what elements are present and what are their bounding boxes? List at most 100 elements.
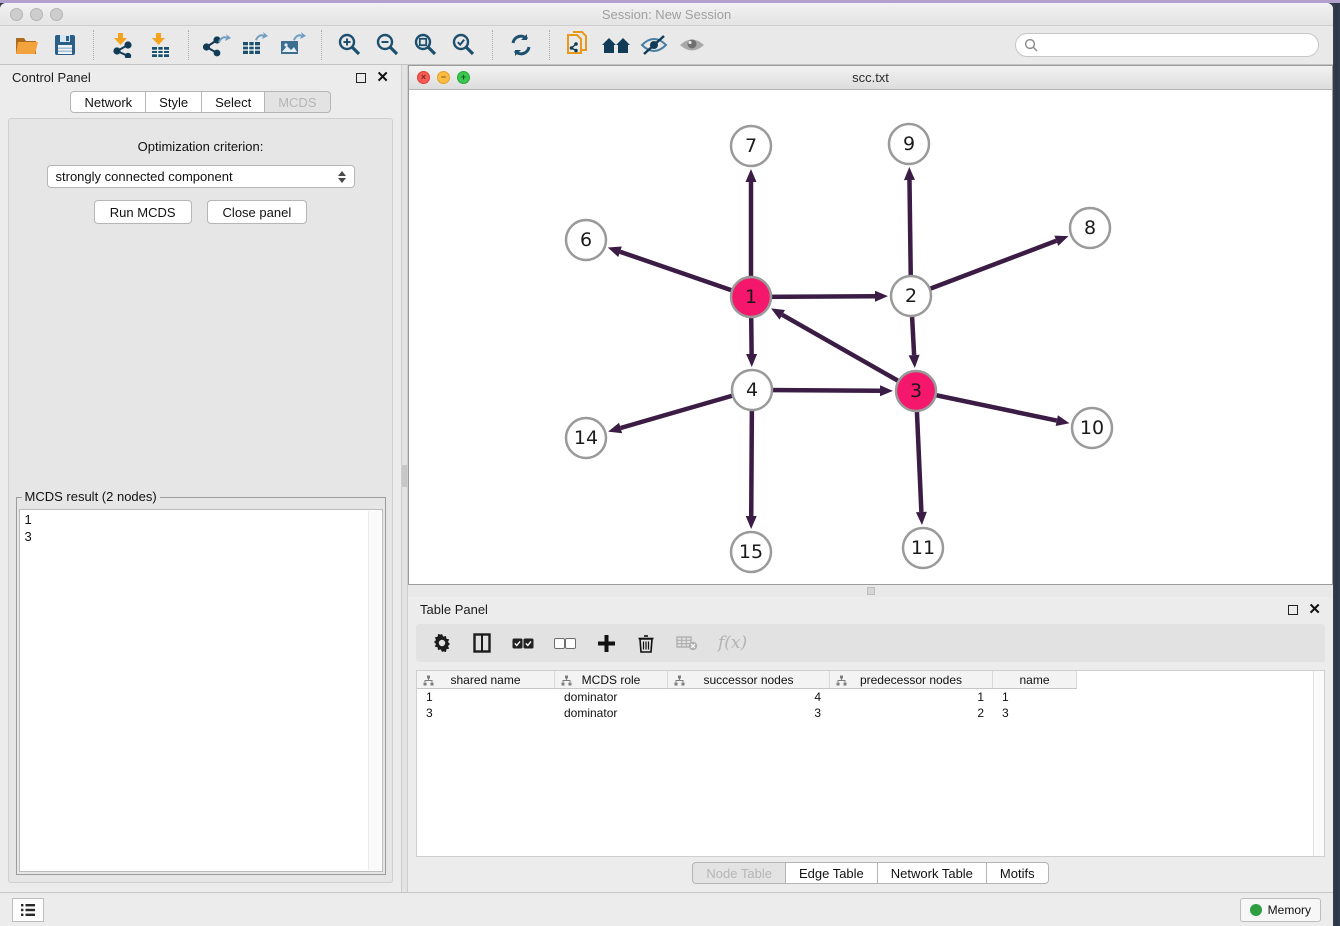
mcds-result-title: MCDS result (2 nodes) [22, 489, 160, 504]
splitter-handle[interactable] [867, 587, 875, 595]
export-image-icon[interactable] [276, 29, 310, 61]
table-toolbar: f(x) [416, 624, 1325, 662]
import-network-icon[interactable] [105, 29, 139, 61]
float-panel-icon[interactable] [356, 73, 366, 83]
add-row-icon[interactable] [596, 631, 616, 655]
cell-mcds-role: dominator [555, 706, 668, 720]
vertical-splitter[interactable] [401, 65, 408, 892]
zoom-fit-icon[interactable] [409, 29, 443, 61]
tab-mcds[interactable]: MCDS [265, 91, 330, 113]
horizontal-splitter[interactable] [408, 585, 1333, 597]
graph-node-label: 2 [905, 285, 917, 307]
table-row[interactable]: 1 dominator 4 1 1 [417, 689, 1324, 705]
close-panel-icon[interactable]: ✕ [1308, 605, 1321, 615]
deselect-all-checks-icon[interactable] [554, 631, 576, 655]
control-panel: Control Panel ✕ Network Style Select MCD… [0, 65, 401, 892]
graph-edge[interactable] [911, 241, 1056, 296]
graph-node-label: 7 [745, 135, 757, 157]
control-panel-tabs: Network Style Select MCDS [0, 91, 401, 113]
table-options-gear-icon[interactable] [432, 631, 452, 655]
run-mcds-button[interactable]: Run MCDS [94, 200, 192, 224]
splitter-handle[interactable] [402, 465, 407, 487]
task-history-button[interactable] [12, 898, 44, 922]
control-panel-title: Control Panel [12, 70, 346, 85]
memory-button[interactable]: Memory [1240, 898, 1321, 922]
graph-edge[interactable] [782, 315, 916, 391]
graph-edge[interactable] [916, 391, 1057, 421]
tab-node-table[interactable]: Node Table [692, 862, 786, 884]
network-graph[interactable]: 1234678910111415 [409, 90, 1332, 584]
search-icon [1024, 38, 1038, 52]
column-label: name [1019, 673, 1049, 687]
column-header-name[interactable]: name [993, 671, 1077, 689]
show-graphics-details-icon[interactable] [675, 29, 709, 61]
toolbar-separator [549, 30, 550, 60]
node-table[interactable]: shared name MCDS role successor nodes [416, 670, 1325, 857]
cyndex-browse-icon[interactable] [599, 29, 633, 61]
toolbar-separator [93, 30, 94, 60]
zoom-in-icon[interactable] [333, 29, 367, 61]
hide-graphics-details-icon[interactable] [637, 29, 671, 61]
save-session-icon[interactable] [48, 29, 82, 61]
graph-node-label: 15 [739, 541, 763, 563]
application-window: Session: New Session [0, 3, 1333, 926]
delete-row-icon[interactable] [636, 631, 656, 655]
criterion-select[interactable]: strongly connected component [47, 165, 355, 188]
close-panel-button[interactable]: Close panel [207, 200, 308, 224]
search-input[interactable] [1043, 37, 1310, 54]
graph-node-label: 4 [746, 379, 758, 401]
zoom-out-icon[interactable] [371, 29, 405, 61]
table-tabs: Node Table Edge Table Network Table Moti… [408, 860, 1333, 886]
graph-edge-arrowhead [1054, 236, 1068, 246]
main-titlebar: Session: New Session [0, 3, 1333, 26]
cell-successor-nodes: 4 [668, 690, 830, 704]
column-header-shared-name[interactable]: shared name [417, 671, 555, 689]
column-header-mcds-role[interactable]: MCDS role [555, 671, 668, 689]
select-all-checks-icon[interactable] [512, 631, 534, 655]
result-line: 1 [25, 511, 377, 528]
cell-mcds-role: dominator [555, 690, 668, 704]
export-network-icon[interactable] [200, 29, 234, 61]
search-box[interactable] [1015, 33, 1319, 57]
graph-edge-arrowhead [746, 516, 757, 529]
function-builder-icon[interactable]: f(x) [718, 631, 747, 655]
open-network-file-icon[interactable] [561, 29, 595, 61]
network-canvas[interactable]: 1234678910111415 [409, 90, 1332, 584]
zoom-selected-icon[interactable] [447, 29, 481, 61]
tab-edge-table[interactable]: Edge Table [786, 862, 878, 884]
column-header-predecessor-nodes[interactable]: predecessor nodes [830, 671, 993, 689]
column-label: MCDS role [582, 673, 641, 687]
select-stepper-icon [338, 171, 346, 183]
toolbar-separator [492, 30, 493, 60]
export-table-icon[interactable] [238, 29, 272, 61]
cell-predecessor-nodes: 2 [830, 706, 993, 720]
tab-select[interactable]: Select [202, 91, 265, 113]
table-panel-title: Table Panel [420, 602, 1278, 617]
table-panel-header: Table Panel ✕ [408, 597, 1333, 622]
import-table-icon[interactable] [143, 29, 177, 61]
table-row[interactable]: 3 dominator 3 2 3 [417, 705, 1324, 721]
float-panel-icon[interactable] [1288, 605, 1298, 615]
graph-node-label: 8 [1084, 217, 1096, 239]
cell-shared-name: 3 [417, 706, 555, 720]
open-session-icon[interactable] [10, 29, 44, 61]
session-title: Session: New Session [0, 7, 1333, 22]
memory-label: Memory [1268, 903, 1311, 917]
delete-table-icon[interactable] [676, 631, 698, 655]
table-panel: Table Panel ✕ [408, 597, 1333, 892]
graph-edge-arrowhead [746, 169, 757, 182]
cell-name: 3 [993, 706, 1077, 720]
tab-network[interactable]: Network [70, 91, 146, 113]
close-panel-icon[interactable]: ✕ [376, 73, 389, 83]
tab-style[interactable]: Style [146, 91, 202, 113]
tab-motifs[interactable]: Motifs [987, 862, 1049, 884]
graph-node-label: 9 [903, 133, 915, 155]
result-line: 3 [25, 528, 377, 545]
mcds-result-list[interactable]: 1 3 [19, 509, 383, 872]
show-column-icon[interactable] [472, 631, 492, 655]
column-header-successor-nodes[interactable]: successor nodes [668, 671, 830, 689]
refresh-layout-icon[interactable] [504, 29, 538, 61]
graph-edge-arrowhead [608, 423, 622, 434]
tab-network-table[interactable]: Network Table [878, 862, 987, 884]
graph-edge-arrowhead [880, 385, 893, 396]
